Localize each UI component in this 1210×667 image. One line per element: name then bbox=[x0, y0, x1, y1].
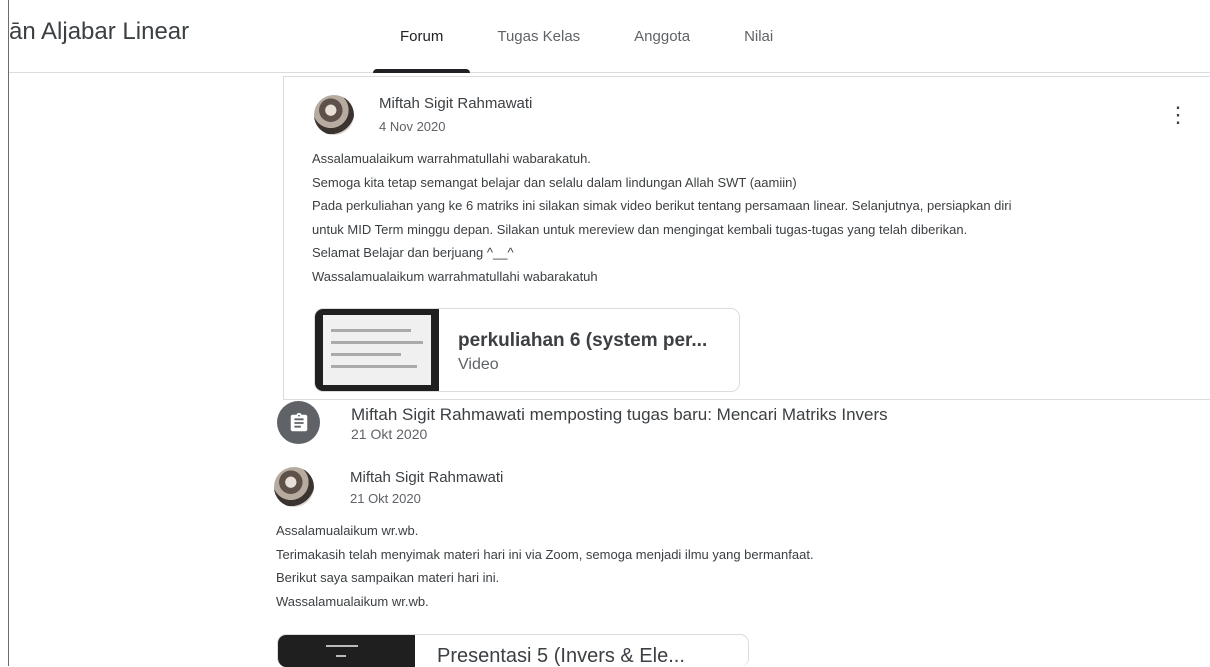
thumbnail-line bbox=[331, 353, 401, 356]
thumbnail-line bbox=[331, 341, 423, 344]
post-author: Miftah Sigit Rahmawati bbox=[379, 95, 533, 112]
attachment-title: Presentasi 5 (Invers & Ele... bbox=[437, 645, 685, 667]
post-line: Wassalamualaikum wr.wb. bbox=[276, 593, 429, 609]
file-thumbnail bbox=[278, 635, 415, 667]
assignment-date: 21 Okt 2020 bbox=[351, 426, 428, 442]
thumbnail-line bbox=[336, 655, 346, 657]
video-thumbnail bbox=[315, 309, 439, 391]
thumbnail-screen bbox=[323, 315, 431, 385]
post-line: Berikut saya sampaikan materi hari ini. bbox=[276, 570, 500, 585]
post-date: 4 Nov 2020 bbox=[379, 119, 446, 134]
tab-tugas-kelas[interactable]: Tugas Kelas bbox=[470, 0, 607, 72]
post-line: Assalamualaikum warrahmatullahi wabaraka… bbox=[312, 151, 591, 166]
thumbnail-line bbox=[331, 365, 417, 368]
post-body: Assalamualaikum wr.wb. Terimakasih telah… bbox=[276, 519, 1176, 613]
post-line: Selamat Belajar dan berjuang ^__^ bbox=[312, 245, 514, 260]
assignment-link[interactable]: Miftah Sigit Rahmawati memposting tugas … bbox=[351, 405, 888, 425]
file-attachment[interactable]: Presentasi 5 (Invers & Ele... bbox=[277, 634, 749, 667]
more-vert-icon[interactable]: ⋮ bbox=[1167, 101, 1189, 129]
attachment-title: perkuliahan 6 (system per... bbox=[458, 330, 708, 351]
assignment-icon bbox=[277, 401, 320, 444]
avatar bbox=[274, 467, 314, 507]
post-body: Assalamualaikum warrahmatullahi wabaraka… bbox=[312, 147, 1192, 288]
thumbnail-line bbox=[326, 645, 358, 647]
post-date: 21 Okt 2020 bbox=[350, 491, 421, 506]
announcement-card: Miftah Sigit Rahmawati 4 Nov 2020 ⋮ Assa… bbox=[283, 76, 1210, 400]
video-attachment[interactable]: perkuliahan 6 (system per... Video bbox=[314, 308, 740, 392]
post-line: Semoga kita tetap semangat belajar dan s… bbox=[312, 174, 797, 190]
post-line: Terimakasih telah menyimak materi hari i… bbox=[276, 546, 814, 562]
attachment-type: Video bbox=[458, 356, 499, 373]
top-bar: ān Aljabar Linear Forum Tugas Kelas Angg… bbox=[9, 0, 1210, 73]
class-title[interactable]: ān Aljabar Linear bbox=[9, 18, 189, 46]
post-line: untuk MID Term minggu depan. Silakan unt… bbox=[312, 221, 968, 237]
tab-forum[interactable]: Forum bbox=[373, 0, 471, 73]
post-line: Wassalamualaikum warrahmatullahi wabarak… bbox=[312, 268, 598, 284]
post-line: Assalamualaikum wr.wb. bbox=[276, 523, 419, 538]
tab-anggota[interactable]: Anggota bbox=[607, 0, 717, 72]
post-line: Pada perkuliahan yang ke 6 matriks ini s… bbox=[312, 198, 1012, 213]
avatar bbox=[314, 95, 354, 135]
post-author: Miftah Sigit Rahmawati bbox=[350, 469, 504, 486]
tab-bar: Forum Tugas Kelas Anggota Nilai bbox=[373, 0, 800, 73]
window-border-left bbox=[8, 0, 9, 666]
tab-nilai[interactable]: Nilai bbox=[717, 0, 800, 72]
thumbnail-line bbox=[331, 329, 411, 332]
